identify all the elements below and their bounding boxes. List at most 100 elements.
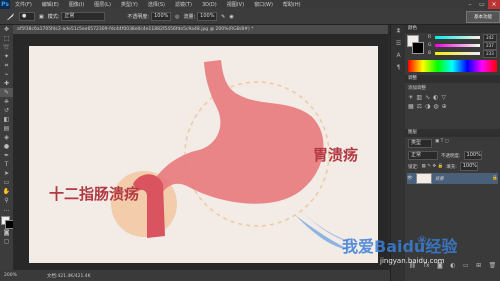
close-icon[interactable]: × <box>488 0 500 9</box>
menu-edit[interactable]: 编辑(E) <box>37 1 64 8</box>
channel-mixer-icon[interactable]: ⊕ <box>442 103 447 110</box>
hue-saturation-icon[interactable]: ▦ <box>408 103 414 110</box>
fg-bg-swatch[interactable] <box>407 35 424 55</box>
zoom-tool-icon[interactable]: ⚲ <box>0 196 13 205</box>
brush-tool-icon[interactable] <box>6 12 15 21</box>
curves-adjust-icon[interactable]: ∿ <box>425 94 430 101</box>
green-value[interactable]: 237 <box>483 41 497 50</box>
layer-name[interactable]: 背景 <box>435 176 444 182</box>
pen-tool-icon[interactable]: ✒ <box>0 151 13 160</box>
marquee-tool-icon[interactable]: ⬚ <box>0 34 13 43</box>
blend-mode-select[interactable]: 正常 <box>408 151 438 160</box>
menu-file[interactable]: 文件(F) <box>10 1 37 8</box>
minimize-icon[interactable]: – <box>464 0 476 9</box>
pressure-opacity-icon[interactable]: ◎ <box>175 14 179 20</box>
character-panel-icon[interactable]: A <box>391 49 406 61</box>
history-panel-icon[interactable]: ⧗ <box>391 25 406 37</box>
lock-label: 锁定: <box>408 164 419 170</box>
workspace-switcher[interactable]: 基本功能 <box>466 11 500 23</box>
menu-view[interactable]: 视图(V) <box>222 1 249 8</box>
black-white-icon[interactable]: ◑ <box>425 103 430 110</box>
menu-type[interactable]: 类型(Y) <box>116 1 143 8</box>
document-tab[interactable]: af5f38c6a1705fdc2-ade51c5ee6572309-fdc44… <box>13 25 388 34</box>
layer-opacity-input[interactable]: 100% <box>463 151 482 160</box>
eyedropper-tool-icon[interactable]: ⌁ <box>0 70 13 79</box>
color-spectrum[interactable] <box>408 60 497 72</box>
type-tool-icon[interactable]: T <box>0 160 13 169</box>
red-slider[interactable] <box>435 36 480 39</box>
menu-select[interactable]: 选择(S) <box>143 1 170 8</box>
options-bar: ● ▣ 模式: 正常 不透明度: 100% ◎ 流量: 100% ✎ ◉ <box>0 9 500 25</box>
more-tools-icon[interactable]: … <box>0 205 13 214</box>
menu-layer[interactable]: 图层(L) <box>89 1 116 8</box>
pressure-size-icon[interactable]: ◉ <box>229 14 233 20</box>
baidu-watermark: 我爱Baidu经验 jingyan.baidu.com ❀ <box>290 212 500 281</box>
menu-3d[interactable]: 3D(D) <box>197 2 222 8</box>
green-slider[interactable] <box>435 44 480 47</box>
red-value[interactable]: 242 <box>483 33 497 42</box>
flow-label: 流量: <box>183 14 196 20</box>
history-brush-tool-icon[interactable]: ↺ <box>0 106 13 115</box>
blue-slider[interactable] <box>435 52 480 55</box>
screen-mode-icon[interactable]: ▢ <box>0 237 13 246</box>
rectangle-tool-icon[interactable]: ▭ <box>0 178 13 187</box>
layer-opacity-label: 不透明度: <box>441 153 461 159</box>
color-panel-tab[interactable]: 颜色 <box>405 25 500 33</box>
fill-label: 填充: <box>446 164 457 170</box>
photoshop-logo: Ps <box>0 0 10 9</box>
layer-lock-icon: 🔒 <box>492 176 498 181</box>
color-balance-icon[interactable]: ⚖ <box>417 103 422 110</box>
mode-label: 模式: <box>47 14 60 20</box>
maximize-icon[interactable]: ▭ <box>476 0 488 9</box>
dodge-tool-icon[interactable]: ● <box>0 142 13 151</box>
crop-tool-icon[interactable]: ⌗ <box>0 61 13 70</box>
paragraph-panel-icon[interactable]: ¶ <box>391 61 406 73</box>
gradient-tool-icon[interactable]: ▤ <box>0 124 13 133</box>
flow-input[interactable]: 100% <box>197 12 218 21</box>
eraser-tool-icon[interactable]: ◧ <box>0 115 13 124</box>
magic-wand-tool-icon[interactable]: ✦ <box>0 52 13 61</box>
layers-panel-tab[interactable]: 图层 <box>405 129 500 137</box>
hand-tool-icon[interactable]: ✋ <box>0 187 13 196</box>
lock-icons[interactable]: ▦ ✎ ✥ 🔒 <box>422 164 444 169</box>
airbrush-icon[interactable]: ✎ <box>221 14 225 20</box>
properties-panel-icon[interactable]: ☰ <box>391 37 406 49</box>
visibility-eye-icon[interactable]: 👁 <box>407 176 413 181</box>
blue-value[interactable]: 233 <box>483 49 497 58</box>
mode-select[interactable]: 正常 <box>61 12 106 21</box>
quick-mask-icon[interactable]: ◙ <box>0 228 13 237</box>
blur-tool-icon[interactable]: ◈ <box>0 133 13 142</box>
photo-filter-icon[interactable]: ◍ <box>433 103 438 110</box>
levels-adjust-icon[interactable]: ▥ <box>416 94 422 101</box>
move-tool-icon[interactable]: ✥ <box>0 25 13 34</box>
exposure-adjust-icon[interactable]: ◐ <box>433 94 438 101</box>
layer-filter-icons[interactable]: ▣ T ◻ <box>435 139 449 148</box>
zoom-level[interactable]: 200% <box>4 273 17 278</box>
layer-kind-filter[interactable]: 类型 <box>408 139 432 148</box>
menu-bar: Ps 文件(F) 编辑(E) 图像(I) 图层(L) 类型(Y) 选择(S) 滤… <box>0 0 500 9</box>
vibrance-adjust-icon[interactable]: ▽ <box>441 94 446 101</box>
document-size: 文档:421.4K/421.4K <box>46 273 91 279</box>
brush-tool-icon[interactable]: ✎ <box>0 88 13 97</box>
brush-size-picker[interactable]: ● <box>19 12 35 21</box>
layer-row-background[interactable]: 👁 背景 🔒 <box>407 173 498 184</box>
menu-image[interactable]: 图像(I) <box>64 1 89 8</box>
brightness-adjust-icon[interactable]: ☀ <box>408 94 413 101</box>
healing-brush-tool-icon[interactable]: ✚ <box>0 79 13 88</box>
color-swatches[interactable] <box>0 214 14 229</box>
menu-window[interactable]: 窗口(W) <box>249 1 278 8</box>
fill-input[interactable]: 100% <box>459 162 478 171</box>
paw-icon: ❀ <box>417 233 428 247</box>
menu-help[interactable]: 帮助(H) <box>278 1 306 8</box>
lasso-tool-icon[interactable]: ➰ <box>0 43 13 52</box>
adjustments-title: 添加调整 <box>408 86 426 91</box>
adjustments-panel-tab[interactable]: 调整 <box>405 75 500 83</box>
clone-stamp-tool-icon[interactable]: ⎈ <box>0 97 13 106</box>
menu-filter[interactable]: 滤镜(T) <box>170 1 197 8</box>
opacity-label: 不透明度: <box>127 14 150 20</box>
tools-panel: ✥ ⬚ ➰ ✦ ⌗ ⌁ ✚ ✎ ⎈ ↺ ◧ ▤ ◈ ● ✒ T ➤ ▭ ✋ ⚲ … <box>0 25 14 270</box>
opacity-input[interactable]: 100% <box>151 12 172 21</box>
path-selection-tool-icon[interactable]: ➤ <box>0 169 13 178</box>
stomach-shape <box>149 60 324 204</box>
brush-panel-toggle-icon[interactable]: ▣ <box>39 14 44 20</box>
